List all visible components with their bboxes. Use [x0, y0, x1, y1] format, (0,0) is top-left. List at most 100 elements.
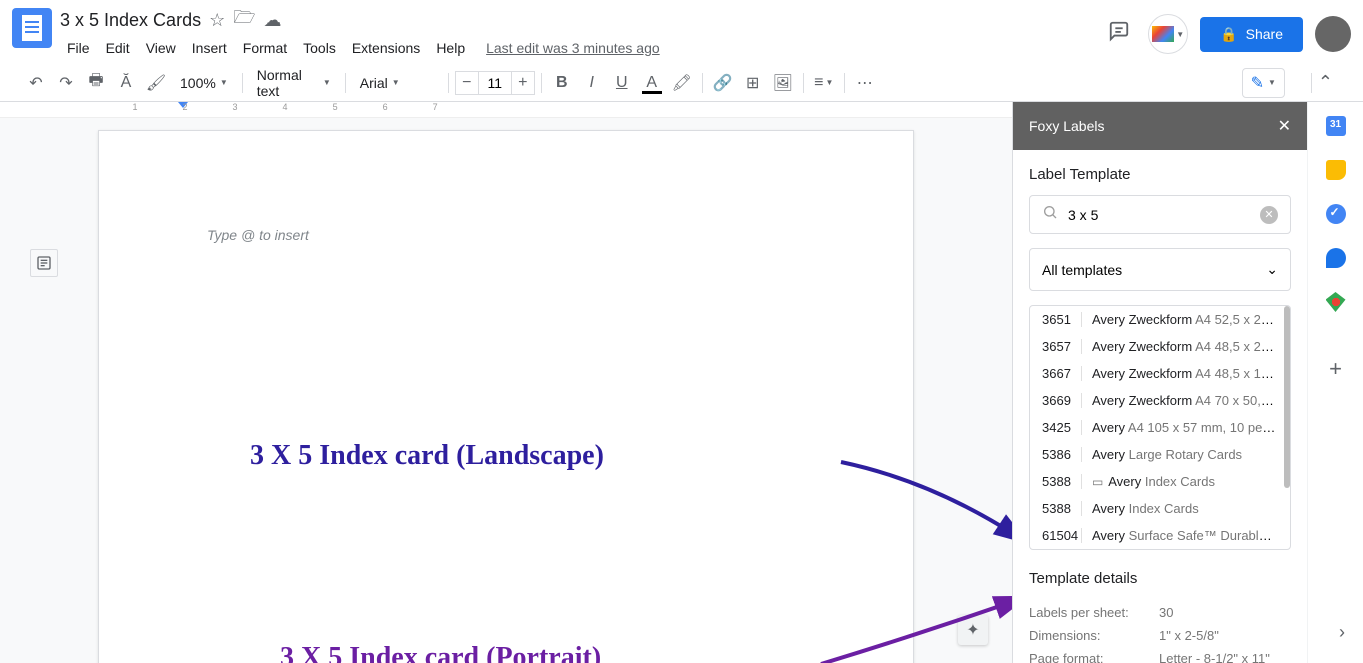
more-button[interactable]: ⋯ — [851, 70, 879, 96]
add-icon[interactable]: + — [1329, 356, 1342, 382]
sidebar-header: Foxy Labels ✕ — [1013, 102, 1307, 150]
italic-button[interactable]: I — [578, 70, 606, 96]
redo-button[interactable]: ↷ — [52, 70, 80, 96]
template-item[interactable]: 5386 Avery Large Rotary Cards — [1030, 441, 1290, 468]
expand-icon[interactable]: › — [1339, 622, 1345, 643]
detail-value: Letter - 8-1/2" x 11" — [1159, 651, 1270, 663]
font-size-decrease[interactable]: − — [455, 71, 479, 95]
page-icon: ▭ — [1092, 475, 1103, 489]
menu-view[interactable]: View — [139, 36, 183, 60]
keep-icon[interactable] — [1326, 160, 1346, 180]
document-title[interactable]: 3 x 5 Index Cards — [60, 10, 201, 31]
arrow-landscape — [836, 452, 1012, 552]
highlight-button[interactable]: 🖍 — [668, 70, 696, 96]
template-code: 3669 — [1042, 393, 1082, 408]
template-item[interactable]: 3669Avery Zweckform A4 70 x 50,8 ... — [1030, 387, 1290, 414]
toolbar: ↶ ↷ 🖶 Ă 🖌 100%▼ Normal text▼ Arial▼ − + … — [0, 64, 1363, 102]
template-item[interactable]: 3657 Avery Zweckform A4 48,5 x 25,... — [1030, 333, 1290, 360]
template-name: Avery A4 105 x 57 mm, 10 per ... — [1092, 420, 1278, 435]
move-icon[interactable]: 🗁 — [233, 5, 255, 35]
template-item[interactable]: 3667Avery Zweckform A4 48,5 x 16,... — [1030, 360, 1290, 387]
close-icon[interactable]: ✕ — [1278, 116, 1291, 136]
detail-row: Dimensions:1" x 2-5/8" — [1029, 624, 1291, 647]
template-filter-dropdown[interactable]: All templates ⌄ — [1029, 248, 1291, 291]
template-code: 3657 — [1042, 339, 1082, 354]
menu-edit[interactable]: Edit — [99, 36, 137, 60]
ruler[interactable]: 1 2 3 4 5 6 7 — [0, 102, 1012, 118]
calendar-icon[interactable] — [1326, 116, 1346, 136]
template-code: 61504 — [1042, 528, 1082, 543]
user-avatar[interactable] — [1315, 16, 1351, 52]
template-name: Avery Zweckform A4 48,5 x 25,... — [1092, 339, 1278, 354]
template-name: Avery Zweckform A4 52,5 x 29,... — [1092, 312, 1278, 327]
cloud-icon[interactable]: ☁ — [264, 10, 282, 31]
spellcheck-button[interactable]: Ă — [112, 70, 140, 96]
menu-help[interactable]: Help — [429, 36, 472, 60]
contacts-icon[interactable] — [1326, 248, 1346, 268]
document-page[interactable]: Type @ to insert — [98, 130, 914, 663]
comments-icon[interactable] — [1102, 14, 1136, 54]
menu-tools[interactable]: Tools — [296, 36, 343, 60]
arrow-portrait — [816, 592, 1012, 663]
template-item[interactable]: 3425Avery A4 105 x 57 mm, 10 per ... — [1030, 414, 1290, 441]
template-code: 5388 — [1042, 501, 1082, 516]
template-item[interactable]: 3651Avery Zweckform A4 52,5 x 29,... — [1030, 306, 1290, 333]
edit-mode-dropdown[interactable]: ✎ ▼ — [1242, 68, 1285, 98]
menu-file[interactable]: File — [60, 36, 97, 60]
style-dropdown[interactable]: Normal text▼ — [249, 63, 339, 103]
pencil-icon: ✎ — [1251, 73, 1264, 93]
clear-icon[interactable]: ✕ — [1260, 206, 1278, 224]
details-title: Template details — [1029, 570, 1291, 587]
meet-icon[interactable]: ▼ — [1148, 14, 1188, 54]
text-color-button[interactable]: A — [638, 70, 666, 96]
search-input[interactable] — [1068, 207, 1250, 223]
search-box[interactable]: ✕ — [1029, 195, 1291, 234]
star-icon[interactable]: ☆ — [209, 10, 225, 31]
document-area: 1 2 3 4 5 6 7 Type @ to insert 3 X 5 Ind… — [0, 102, 1012, 663]
share-button[interactable]: 🔒 Share — [1200, 17, 1303, 52]
detail-value: 1" x 2-5/8" — [1159, 628, 1219, 643]
detail-row: Page format:Letter - 8-1/2" x 11" — [1029, 647, 1291, 663]
menu-insert[interactable]: Insert — [185, 36, 234, 60]
template-code: 5388 — [1042, 474, 1082, 489]
underline-button[interactable]: U — [608, 70, 636, 96]
outline-button[interactable] — [30, 249, 58, 277]
placeholder-text: Type @ to insert — [207, 227, 309, 243]
font-size-input[interactable] — [479, 71, 511, 95]
template-code: 5386 — [1042, 447, 1082, 462]
header: 3 x 5 Index Cards ☆ 🗁 ☁ File Edit View I… — [0, 0, 1363, 64]
template-item[interactable]: 61504Avery Surface Safe™ Durable l... — [1030, 522, 1290, 549]
detail-label: Dimensions: — [1029, 628, 1159, 643]
paint-format-button[interactable]: 🖌 — [142, 70, 170, 96]
tasks-icon[interactable] — [1326, 204, 1346, 224]
detail-label: Labels per sheet: — [1029, 605, 1159, 620]
zoom-dropdown[interactable]: 100%▼ — [172, 71, 236, 95]
align-button[interactable]: ≡▼ — [810, 70, 838, 96]
last-edit-link[interactable]: Last edit was 3 minutes ago — [486, 40, 660, 56]
link-button[interactable]: 🔗 — [709, 70, 737, 96]
template-name: Avery Large Rotary Cards — [1092, 447, 1278, 462]
menu-bar: File Edit View Insert Format Tools Exten… — [60, 34, 1102, 62]
font-dropdown[interactable]: Arial▼ — [352, 71, 442, 95]
comment-button[interactable]: ⊞ — [739, 70, 767, 96]
collapse-toolbar-icon[interactable]: ⌃ — [1318, 72, 1333, 93]
undo-button[interactable]: ↶ — [22, 70, 50, 96]
print-button[interactable]: 🖶 — [82, 70, 110, 96]
right-rail: + › — [1307, 102, 1363, 663]
image-button[interactable]: 🖼 — [769, 70, 797, 96]
docs-logo[interactable] — [12, 8, 52, 48]
template-name: Avery Zweckform A4 48,5 x 16,... — [1092, 366, 1278, 381]
detail-label: Page format: — [1029, 651, 1159, 663]
sidebar: Foxy Labels ✕ Label Template ✕ All templ… — [1012, 102, 1307, 663]
maps-icon[interactable] — [1326, 292, 1346, 312]
search-icon — [1042, 204, 1058, 225]
scrollbar[interactable] — [1284, 306, 1290, 488]
font-size-increase[interactable]: + — [511, 71, 535, 95]
lock-icon: 🔒 — [1220, 26, 1237, 43]
bold-button[interactable]: B — [548, 70, 576, 96]
menu-extensions[interactable]: Extensions — [345, 36, 427, 60]
section-label: Label Template — [1029, 166, 1291, 183]
menu-format[interactable]: Format — [236, 36, 294, 60]
template-item[interactable]: 5388▭ Avery Index Cards — [1030, 468, 1290, 495]
template-item[interactable]: 5388Avery Index Cards — [1030, 495, 1290, 522]
